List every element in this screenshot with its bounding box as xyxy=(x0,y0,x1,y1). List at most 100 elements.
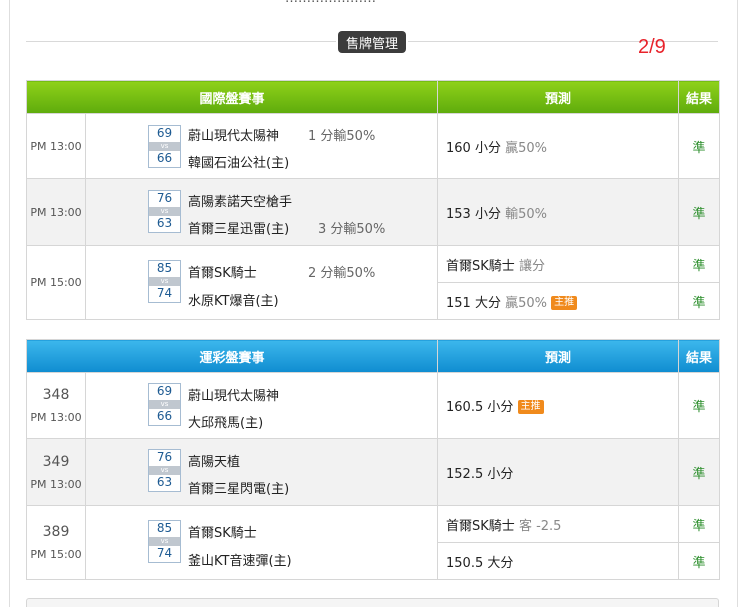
result-cell: 準 xyxy=(678,178,721,246)
divider-left xyxy=(26,41,336,42)
team-home: 首爾三星迅雷(主) xyxy=(188,222,290,237)
prediction-sub: 贏50% xyxy=(505,295,548,311)
score-home: 74 xyxy=(156,545,173,560)
prediction-main: 160.5 小分 xyxy=(446,400,514,415)
match-row: PM 13:00 76 vs 63 高陽素諾天空槍手 首爾三星迅雷(主) 3 分… xyxy=(26,178,721,246)
match-row: PM 15:00 85 vs 74 首爾SK騎士 2 分輸50% 水原KT爆音(… xyxy=(26,245,721,320)
result-cell: 準 xyxy=(678,505,721,543)
prediction-cell: 151 大分 贏50% 主推 xyxy=(437,282,680,320)
match-time-cell: 348 PM 13:00 xyxy=(26,372,86,439)
odds-text: 2 分輸50% xyxy=(308,265,376,281)
match-time-cell: 349 PM 13:00 xyxy=(26,438,86,506)
odds-text: 3 分輸50% xyxy=(318,222,386,237)
prediction-cell: 160.5 小分 主推 xyxy=(437,372,680,439)
featured-badge: 主推 xyxy=(551,295,578,310)
match-time: PM 13:00 xyxy=(30,411,82,424)
result-cell: 準 xyxy=(678,542,721,580)
next-section-edge xyxy=(26,598,719,607)
vs-label: vs xyxy=(149,536,180,546)
prediction-cell: 首爾SK騎士 客 -2.5 xyxy=(437,505,680,543)
team-away: 高陽素諾天空槍手 xyxy=(188,195,293,210)
score-box: 76 vs 63 xyxy=(148,190,181,233)
match-time: PM 13:00 xyxy=(26,178,86,246)
match-row: PM 13:00 69 vs 66 蔚山現代太陽神 1 分輸50% 韓國石油公社… xyxy=(26,113,721,179)
match-cell: 76 vs 63 高陽素諾天空槍手 首爾三星迅雷(主) 3 分輸50% xyxy=(84,178,439,246)
table-header-row: 國際盤賽事 預測 結果 xyxy=(25,80,721,114)
international-table: 國際盤賽事 預測 結果 PM 13:00 69 vs 66 蔚山現代太陽神 1 … xyxy=(25,80,721,320)
team-away: 蔚山現代太陽神 xyxy=(188,389,280,404)
team-away: 高陽天植 xyxy=(188,455,241,470)
score-box: 85 vs 74 xyxy=(148,519,181,563)
team-away: 首爾SK騎士 xyxy=(188,525,257,541)
prediction-header: 預測 xyxy=(437,80,680,114)
vs-label: vs xyxy=(149,276,180,286)
score-away: 85 xyxy=(156,260,173,275)
match-cell: 76 vs 63 高陽天植 首爾三星閃電(主) xyxy=(84,438,439,506)
score-away: 76 xyxy=(156,191,173,205)
result-header: 結果 xyxy=(678,80,721,114)
score-box: 69 vs 66 xyxy=(148,125,181,168)
prediction-sub: 客 -2.5 xyxy=(518,518,562,534)
match-time: PM 13:00 xyxy=(26,113,86,179)
prediction-cell: 160 小分 贏50% xyxy=(437,113,680,179)
page-number: 2/9 xyxy=(638,36,666,58)
team-home: 大邱飛馬(主) xyxy=(188,416,264,431)
prediction-cell: 150.5 大分 xyxy=(437,542,680,580)
prediction-main: 150.5 大分 xyxy=(446,555,514,571)
table-header-row: 運彩盤賽事 預測 結果 xyxy=(25,339,721,373)
score-box: 69 vs 66 xyxy=(148,383,181,426)
divider-right xyxy=(408,41,718,42)
score-away: 69 xyxy=(156,126,173,140)
prediction-cell: 152.5 小分 xyxy=(437,438,680,506)
prediction-main: 160 小分 xyxy=(446,140,501,156)
result-header: 結果 xyxy=(678,339,721,373)
prediction-cell: 首爾SK騎士 讓分 xyxy=(437,245,680,283)
score-box: 76 vs 63 xyxy=(148,449,181,492)
prediction-main: 首爾SK騎士 xyxy=(446,258,515,274)
prediction-header: 預測 xyxy=(437,339,680,373)
score-away: 76 xyxy=(156,450,173,464)
score-home: 66 xyxy=(156,409,173,423)
prediction-main: 152.5 小分 xyxy=(446,466,514,482)
match-time-cell: 389 PM 15:00 xyxy=(26,505,86,580)
result-cell: 準 xyxy=(678,372,721,439)
team-away: 首爾SK騎士 xyxy=(188,265,257,281)
odds-text: 1 分輸50% xyxy=(308,129,376,144)
match-time: PM 13:00 xyxy=(30,477,82,491)
game-number: 348 xyxy=(42,387,70,403)
match-cell: 69 vs 66 蔚山現代太陽神 大邱飛馬(主) xyxy=(84,372,439,439)
prediction-main: 153 小分 xyxy=(446,206,501,222)
match-row: 349 PM 13:00 76 vs 63 高陽天植 首爾三星閃電(主) 152… xyxy=(26,438,721,506)
match-cell: 85 vs 74 首爾SK騎士 釜山KT音速彈(主) xyxy=(84,505,439,580)
result-cell: 準 xyxy=(678,282,721,320)
prediction-main: 151 大分 xyxy=(446,295,501,311)
section-title: 國際盤賽事 xyxy=(25,80,439,114)
score-home: 66 xyxy=(156,151,173,165)
team-away: 蔚山現代太陽神 xyxy=(188,129,280,144)
match-row: 389 PM 15:00 85 vs 74 首爾SK騎士 釜山KT音速彈(主) … xyxy=(26,505,721,580)
score-box: 85 vs 74 xyxy=(148,259,181,303)
result-cell: 準 xyxy=(678,245,721,283)
team-home: 韓國石油公社(主) xyxy=(188,156,290,171)
match-cell: 69 vs 66 蔚山現代太陽神 1 分輸50% 韓國石油公社(主) xyxy=(84,113,439,179)
vs-label: vs xyxy=(149,400,180,409)
admin-button[interactable]: 售牌管理 xyxy=(338,31,406,53)
team-home: 首爾三星閃電(主) xyxy=(188,482,290,497)
score-home: 74 xyxy=(156,285,173,300)
match-time: PM 15:00 xyxy=(30,548,82,561)
score-away: 69 xyxy=(156,384,173,398)
prediction-sub: 輸50% xyxy=(505,206,548,222)
match-row: 348 PM 13:00 69 vs 66 蔚山現代太陽神 大邱飛馬(主) 16… xyxy=(26,372,721,439)
section-title: 運彩盤賽事 xyxy=(25,339,439,373)
result-cell: 準 xyxy=(678,113,721,179)
score-away: 85 xyxy=(156,520,173,535)
team-home: 水原KT爆音(主) xyxy=(188,293,279,309)
match-time: PM 15:00 xyxy=(26,245,86,320)
prediction-main: 首爾SK騎士 xyxy=(446,518,515,534)
vs-label: vs xyxy=(149,466,180,475)
score-home: 63 xyxy=(156,216,173,230)
lottery-table: 運彩盤賽事 預測 結果 348 PM 13:00 69 vs 66 蔚山現代太陽… xyxy=(25,339,721,580)
result-cell: 準 xyxy=(678,438,721,506)
prediction-cell: 153 小分 輸50% xyxy=(437,178,680,246)
team-home: 釜山KT音速彈(主) xyxy=(188,553,292,569)
